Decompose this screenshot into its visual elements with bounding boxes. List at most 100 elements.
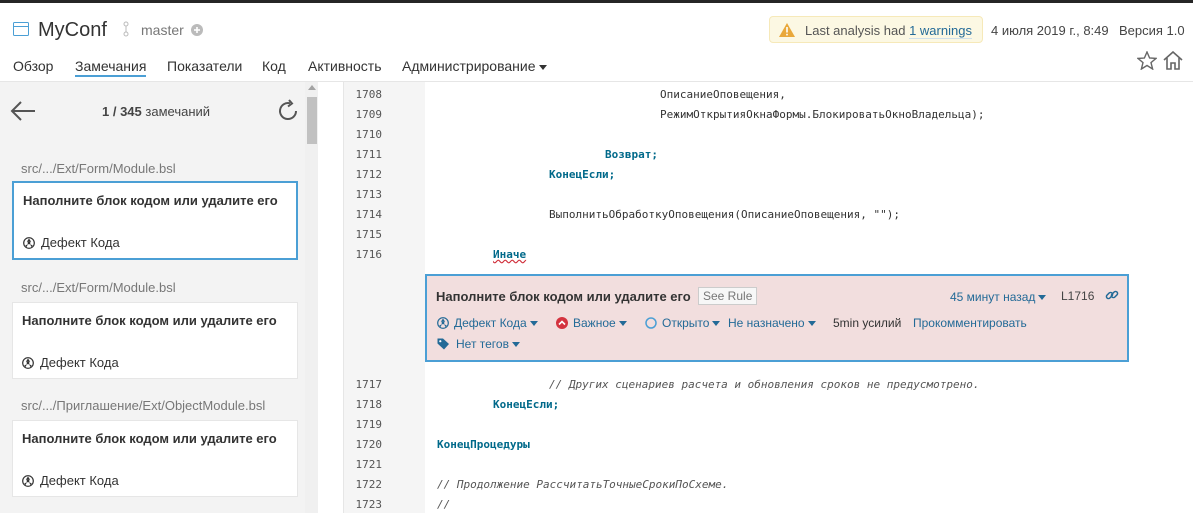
issue-card-type: Дефект Кода — [40, 473, 119, 488]
issue-file-path: src/.../Ext/Form/Module.bsl — [21, 161, 176, 176]
nav-activity[interactable]: Активность — [308, 58, 382, 74]
sidebar-scroll-thumb[interactable] — [307, 97, 317, 144]
issues-counter-value: 1 / 345 — [102, 104, 142, 119]
nav-administration[interactable]: Администрирование — [402, 58, 547, 74]
line-number[interactable]: 1718 — [344, 398, 383, 411]
project-version: Версия 1.0 — [1119, 23, 1185, 38]
code-line: // Продолжение РассчитатьТочныеСрокиПоСх… — [437, 478, 729, 491]
nav-code[interactable]: Код — [262, 58, 286, 74]
issue-assignee-dropdown[interactable]: Не назначено — [728, 316, 816, 330]
permalink-icon[interactable] — [1105, 288, 1119, 307]
project-icon — [13, 22, 29, 41]
code-line: ВыполнитьОбработкуОповещения(ОписаниеОпо… — [549, 208, 900, 221]
see-rule-button[interactable]: See Rule — [698, 287, 758, 305]
code-smell-icon — [22, 357, 34, 372]
issue-card[interactable]: Наполните блок кодом или удалите его Деф… — [12, 420, 298, 497]
issue-title[interactable]: Наполните блок кодом или удалите его — [436, 289, 691, 304]
issue-severity-dropdown[interactable]: Важное — [556, 316, 627, 332]
line-number[interactable]: 1716 — [344, 248, 383, 261]
code-line: КонецПроцедуры — [437, 438, 530, 451]
issue-card[interactable]: Наполните блок кодом или удалите его Деф… — [12, 181, 298, 260]
nav-measures[interactable]: Показатели — [167, 58, 242, 74]
header: MyConf master Last analysis had 1 warnin… — [0, 3, 1193, 82]
code-line: КонецЕсли; — [493, 398, 560, 411]
issue-card-type: Дефект Кода — [41, 235, 120, 250]
back-arrow-icon[interactable] — [10, 100, 36, 127]
chevron-down-icon — [1038, 295, 1047, 301]
issue-type-label: Дефект Кода — [454, 316, 527, 330]
branch-name[interactable]: master — [141, 22, 184, 38]
issue-type-dropdown[interactable]: Дефект Кода — [437, 316, 538, 332]
issue-tags-dropdown[interactable]: Нет тегов — [437, 337, 520, 353]
issue-file-path: src/.../Приглашение/Ext/ObjectModule.bsl — [21, 398, 266, 413]
line-number[interactable]: 1719 — [344, 418, 383, 431]
chevron-down-icon — [511, 342, 520, 348]
code-line: // Других сценариев расчета и обновления… — [549, 378, 980, 391]
code-line: Возврат; — [605, 148, 658, 161]
issue-time-label: 45 минут назад — [950, 290, 1036, 304]
code-line: ОписаниеОповещения, — [660, 88, 786, 101]
chevron-down-icon — [538, 64, 547, 70]
project-name[interactable]: MyConf — [38, 19, 107, 42]
code-line: // — [437, 498, 451, 511]
issue-card-title: Наполните блок кодом или удалите его — [23, 193, 278, 208]
issue-box[interactable]: Наполните блок кодом или удалите его See… — [425, 274, 1129, 362]
issue-status-dropdown[interactable]: Открыто — [645, 316, 721, 332]
issue-card-title: Наполните блок кодом или удалите его — [22, 313, 277, 328]
status-open-icon — [645, 317, 657, 332]
line-number[interactable]: 1723 — [344, 498, 383, 511]
line-number[interactable]: 1710 — [344, 128, 383, 141]
reload-icon[interactable] — [276, 99, 300, 128]
issue-time[interactable]: 45 минут назад — [950, 290, 1047, 304]
chevron-down-icon — [807, 321, 816, 327]
line-number[interactable]: 1711 — [344, 148, 383, 161]
nav-administration-label: Администрирование — [402, 58, 536, 74]
sidebar-scrollbar[interactable] — [305, 82, 318, 513]
branch-icon — [121, 21, 131, 42]
chevron-down-icon — [618, 321, 627, 327]
line-number[interactable]: 1708 — [344, 88, 383, 101]
code-line-issue: Иначе — [493, 248, 527, 261]
line-number[interactable]: 1720 — [344, 438, 383, 451]
issue-line: L1716 — [1061, 289, 1095, 303]
comment-link[interactable]: Прокомментировать — [913, 316, 1027, 330]
issues-counter-label: замечаний — [145, 104, 211, 119]
line-number[interactable]: 1713 — [344, 188, 383, 201]
line-number[interactable]: 1709 — [344, 108, 383, 121]
nav-issues[interactable]: Замечания — [75, 58, 147, 77]
issues-sidebar: 1 / 345 замечаний src/.../Ext/Form/Modul… — [0, 82, 318, 513]
warning-icon — [779, 23, 795, 40]
analysis-warning-banner: Last analysis had 1 warnings — [769, 16, 983, 43]
issue-file-path: src/.../Ext/Form/Module.bsl — [21, 280, 176, 295]
line-number[interactable]: 1722 — [344, 478, 383, 491]
code-smell-icon — [437, 317, 449, 332]
analysis-date: 4 июля 2019 г., 8:49 — [991, 23, 1109, 38]
issue-tags-label: Нет тегов — [456, 337, 509, 351]
star-icon[interactable] — [1136, 50, 1158, 75]
issue-assignee-label: Не назначено — [728, 316, 805, 330]
severity-major-icon — [556, 317, 568, 332]
issue-severity-label: Важное — [573, 316, 616, 330]
line-number[interactable]: 1714 — [344, 208, 383, 221]
nav-overview[interactable]: Обзор — [13, 58, 53, 74]
code-smell-icon — [22, 475, 34, 490]
code-smell-icon — [23, 237, 35, 252]
add-branch-icon[interactable] — [191, 23, 203, 41]
chevron-down-icon — [529, 321, 538, 327]
line-number[interactable]: 1717 — [344, 378, 383, 391]
warnings-link[interactable]: 1 warnings — [909, 23, 972, 39]
issue-card[interactable]: Наполните блок кодом или удалите его Деф… — [12, 302, 298, 379]
tag-icon — [437, 338, 451, 353]
line-number[interactable]: 1721 — [344, 458, 383, 471]
home-icon[interactable] — [1163, 50, 1183, 75]
chevron-down-icon — [712, 321, 721, 327]
code-line: РежимОткрытияОкнаФормы.БлокироватьОкноВл… — [660, 108, 985, 121]
issues-counter: 1 / 345 замечаний — [102, 104, 210, 119]
warning-text: Last analysis had — [805, 23, 910, 38]
line-number[interactable]: 1715 — [344, 228, 383, 241]
code-line: КонецЕсли; — [549, 168, 616, 181]
issue-status-label: Открыто — [662, 316, 710, 330]
line-number[interactable]: 1712 — [344, 168, 383, 181]
issue-card-type: Дефект Кода — [40, 355, 119, 370]
scroll-up-icon[interactable] — [308, 85, 316, 90]
